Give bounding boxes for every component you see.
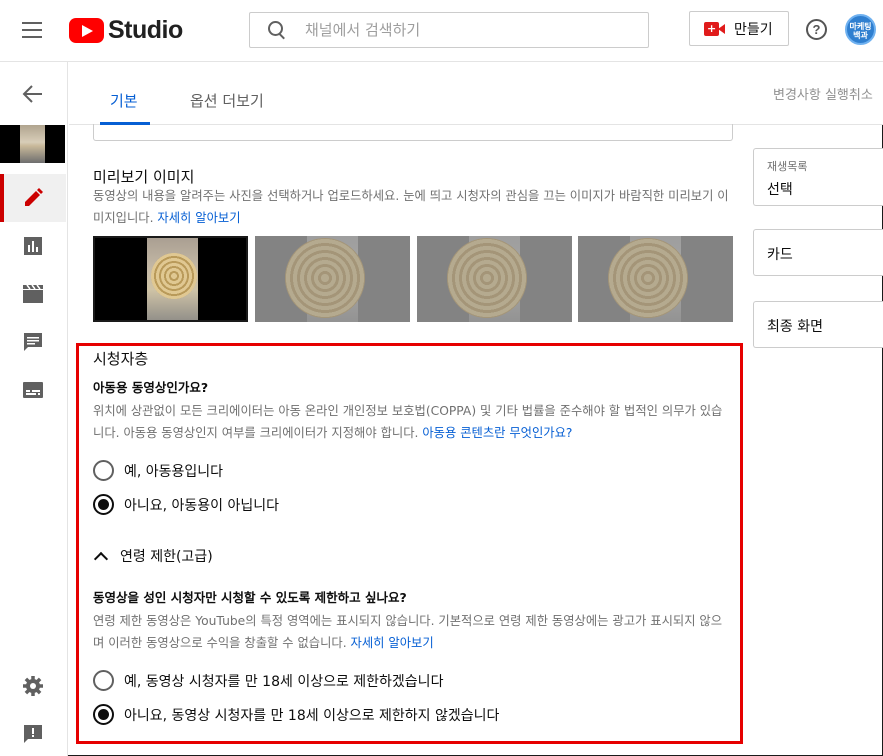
nav-feedback[interactable]: [0, 710, 66, 756]
thumbnail-option-4[interactable]: [578, 236, 733, 322]
radio-age-restrict-yes[interactable]: 예, 동영상 시청자를 만 18세 이상으로 제한하겠습니다: [93, 670, 443, 691]
radio-label: 예, 아동용입니다: [124, 463, 224, 480]
age-restriction-toggle[interactable]: 연령 제한(고급): [93, 546, 213, 566]
radio-button-checked[interactable]: [93, 704, 114, 725]
tab-more-options[interactable]: 옵션 더보기: [190, 90, 264, 111]
help-icon[interactable]: ?: [806, 19, 827, 40]
back-arrow-icon[interactable]: [22, 84, 44, 104]
undo-changes-link[interactable]: 변경사항 실행취소: [773, 84, 873, 103]
menu-icon[interactable]: [22, 22, 42, 38]
previous-field-bottom[interactable]: [93, 124, 733, 141]
radio-made-for-kids-no[interactable]: 아니요, 아동용이 아닙니다: [93, 494, 279, 515]
nav-settings[interactable]: [0, 662, 66, 710]
nav-subtitles[interactable]: [0, 366, 66, 414]
search-icon[interactable]: [267, 20, 287, 40]
playlist-label: 재생목록: [767, 160, 808, 173]
left-navigation: [0, 62, 68, 756]
end-screen-panel[interactable]: 최종 화면: [753, 301, 883, 348]
clapperboard-icon: [23, 284, 43, 303]
radio-label: 예, 동영상 시청자를 만 18세 이상으로 제한하겠습니다: [124, 673, 444, 690]
audience-title: 시청자층: [93, 350, 149, 368]
nav-editor[interactable]: [0, 270, 66, 318]
search-input[interactable]: [305, 21, 635, 39]
age-restriction-question: 동영상을 성인 시청자만 시청할 수 있도록 제한하고 싶나요?: [93, 590, 407, 605]
thumbnail-description: 동영상의 내용을 알려주는 사진을 선택하거나 업로드하세요. 눈에 띄고 시청…: [93, 185, 733, 229]
nav-analytics[interactable]: [0, 222, 66, 270]
age-restriction-title: 연령 제한(고급): [120, 549, 213, 565]
radio-age-restrict-no[interactable]: 아니요, 동영상 시청자를 만 18세 이상으로 제한하지 않겠습니다: [93, 704, 499, 725]
create-label: 만들기: [734, 21, 773, 38]
gear-icon: [23, 676, 43, 696]
audience-question: 아동용 동영상인가요?: [93, 380, 209, 395]
chevron-up-icon: [93, 551, 109, 566]
radio-label: 아니요, 동영상 시청자를 만 18세 이상으로 제한하지 않겠습니다: [124, 707, 500, 724]
top-header: Studio + 만들기 ? 마케팅 백과: [0, 0, 883, 62]
age-restriction-description: 연령 제한 동영상은 YouTube의 특정 영역에는 표시되지 않습니다. 기…: [93, 610, 728, 654]
avatar-text-line2: 백과: [853, 31, 868, 40]
avatar[interactable]: 마케팅 백과: [845, 14, 876, 45]
cards-label: 카드: [767, 247, 793, 263]
thumbnail-learn-more-link[interactable]: 자세히 알아보기: [157, 211, 240, 225]
thumbnail-options: [93, 236, 733, 322]
end-screen-label: 최종 화면: [767, 319, 823, 335]
pencil-icon: [25, 188, 43, 206]
thumbnail-option-1[interactable]: [93, 236, 248, 322]
avatar-text-line1: 마케팅: [849, 22, 872, 31]
radio-label: 아니요, 아동용이 아닙니다: [124, 497, 280, 514]
tab-basic[interactable]: 기본: [110, 90, 138, 111]
feedback-icon: [24, 725, 42, 743]
radio-button[interactable]: [93, 460, 114, 481]
playlist-select[interactable]: 재생목록 선택: [753, 148, 883, 206]
studio-wordmark: Studio: [108, 15, 183, 44]
thumbnail-title: 미리보기 이미지: [93, 168, 195, 186]
video-camera-icon: +: [704, 21, 725, 36]
audience-description-text: 위치에 상관없이 모든 크리에이터는 아동 온라인 개인정보 보호법(COPPA…: [93, 404, 723, 440]
video-thumbnail-mini[interactable]: [0, 125, 65, 163]
nav-details[interactable]: [0, 174, 66, 222]
thumbnail-option-2[interactable]: [255, 236, 410, 322]
create-button[interactable]: + 만들기: [689, 11, 789, 46]
thumbnail-option-3[interactable]: [417, 236, 572, 322]
comment-icon: [24, 333, 42, 351]
search-bar[interactable]: [249, 12, 649, 48]
radio-made-for-kids-yes[interactable]: 예, 아동용입니다: [93, 460, 223, 481]
cards-panel[interactable]: 카드: [753, 229, 883, 276]
radio-button-checked[interactable]: [93, 494, 114, 515]
nav-comments[interactable]: [0, 318, 66, 366]
analytics-icon: [24, 237, 42, 255]
playlist-value: 선택: [767, 182, 793, 198]
youtube-studio-logo[interactable]: Studio: [69, 16, 183, 44]
youtube-play-icon: [69, 17, 104, 43]
audience-description: 위치에 상관없이 모든 크리에이터는 아동 온라인 개인정보 보호법(COPPA…: [93, 400, 728, 444]
tab-bar: 기본 옵션 더보기 변경사항 실행취소: [69, 62, 883, 125]
kids-content-link[interactable]: 아동용 콘텐츠란 무엇인가요?: [422, 426, 572, 440]
radio-button[interactable]: [93, 670, 114, 691]
subtitles-icon: [23, 382, 43, 398]
age-learn-more-link[interactable]: 자세히 알아보기: [351, 636, 434, 650]
